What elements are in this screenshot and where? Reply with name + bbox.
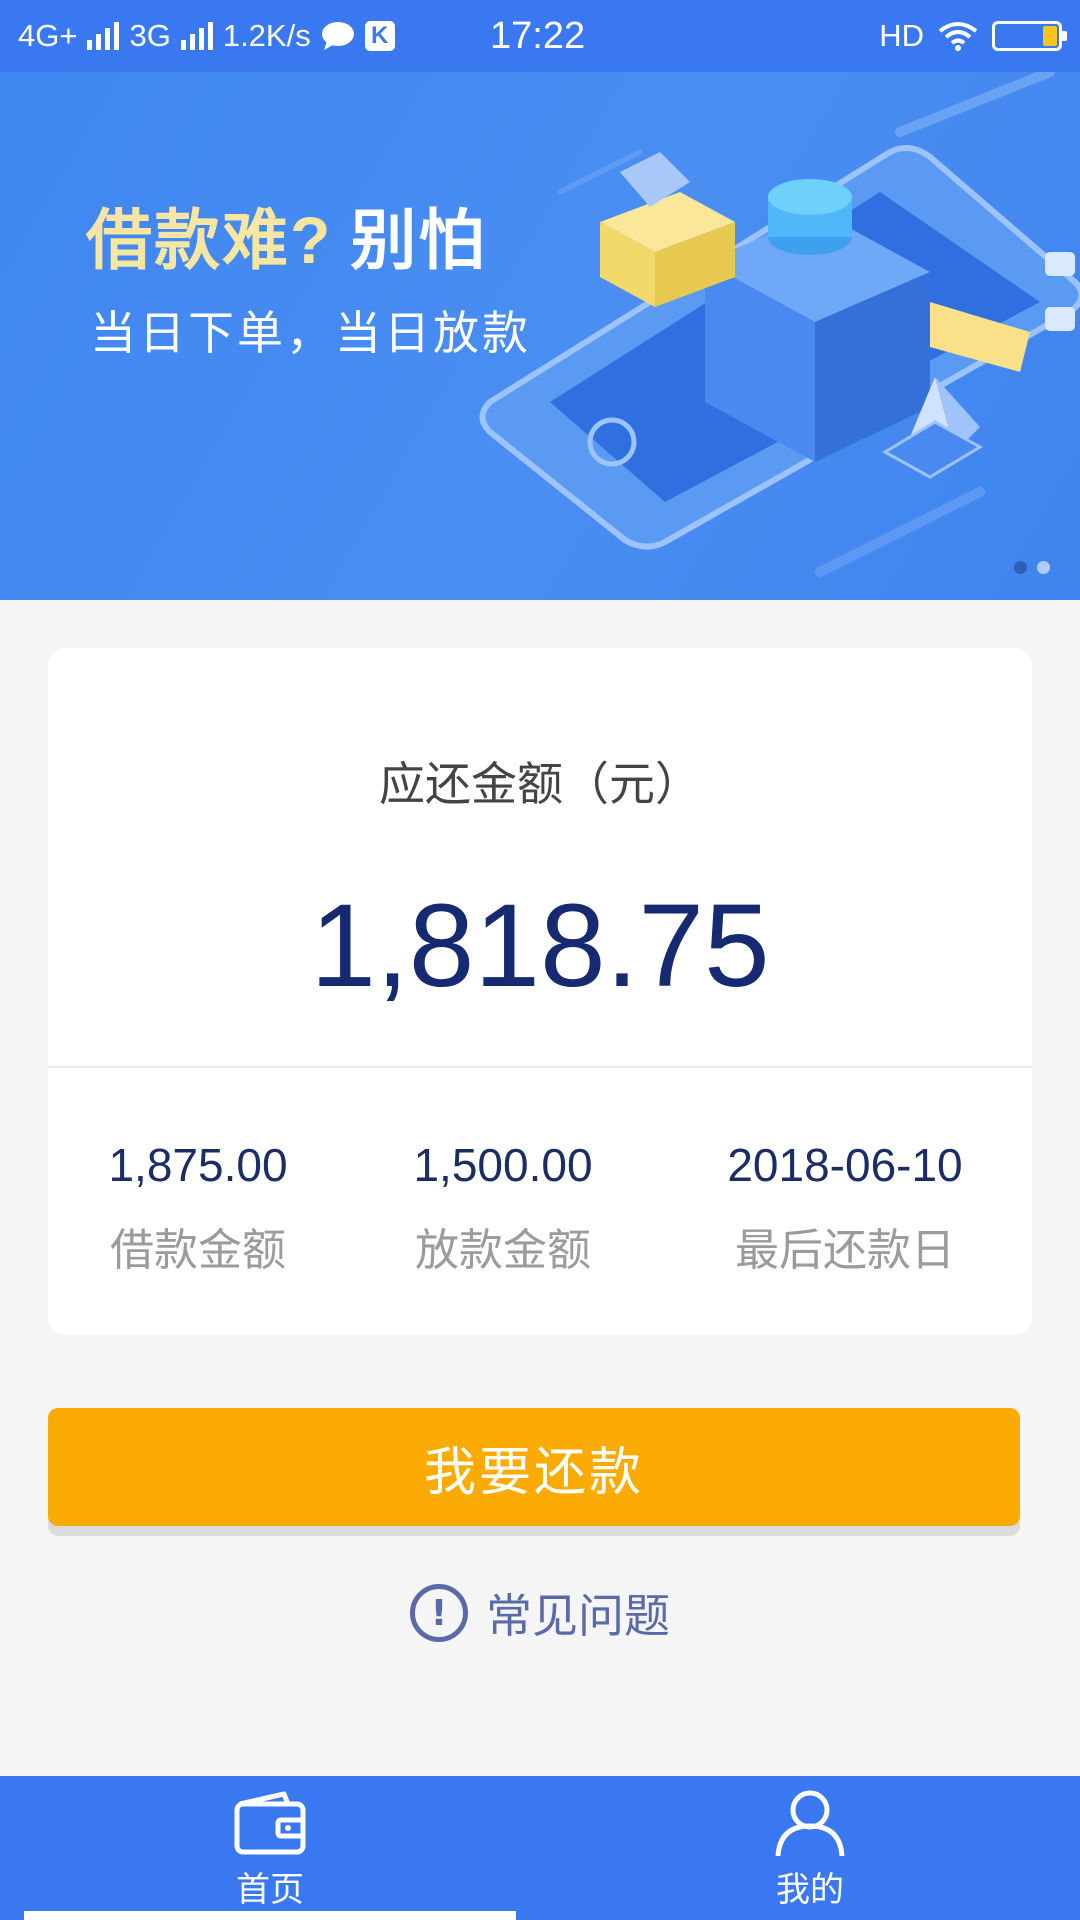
signal-icon — [87, 22, 120, 50]
status-left: 4G+ 3G 1.2K/s K — [18, 18, 395, 54]
banner-subtitle: 当日下单，当日放款 — [90, 306, 531, 360]
repay-button[interactable]: 我要还款 — [48, 1408, 1020, 1526]
bottom-nav: 首页 我的 — [0, 1776, 1080, 1920]
amount-due-label: 应还金额（元） — [379, 757, 701, 811]
banner-title-highlight: 借款难? — [86, 203, 333, 277]
amount-due-value: 1,818.75 — [310, 880, 770, 1012]
hd-indicator: HD — [879, 18, 924, 53]
carousel-indicator[interactable] — [1014, 561, 1050, 574]
stat-label: 放款金额 — [415, 1225, 591, 1276]
banner-title: 借款难? 别怕 — [86, 187, 486, 283]
network-type-primary: 4G+ — [18, 18, 78, 53]
signal-icon-secondary — [180, 22, 213, 50]
nav-item-mine[interactable]: 我的 — [540, 1776, 1080, 1920]
wallet-icon — [234, 1791, 306, 1855]
carousel-dot-1[interactable] — [1014, 561, 1027, 574]
nav-item-home[interactable]: 首页 — [0, 1776, 540, 1920]
status-right: HD — [879, 18, 1067, 54]
banner-title-rest: 别怕 — [350, 203, 487, 277]
stat-value: 2018-06-10 — [727, 1139, 963, 1191]
chat-bubble-icon — [321, 22, 354, 50]
active-tab-indicator — [24, 1911, 516, 1920]
user-icon — [775, 1790, 845, 1856]
promo-banner[interactable]: 借款难? 别怕 当日下单，当日放款 — [0, 72, 1080, 600]
stat-disbursed-amount: 1,500.00 放款金额 — [348, 1138, 658, 1278]
nav-label-home: 首页 — [236, 1870, 304, 1910]
faq-link[interactable]: ! 常见问题 — [0, 1580, 1080, 1646]
loan-stats: 1,875.00 借款金额 1,500.00 放款金额 2018-06-10 最… — [48, 1138, 1032, 1278]
stat-value: 1,500.00 — [413, 1139, 593, 1191]
exclamation-circle-icon: ! — [410, 1584, 468, 1642]
carousel-dot-2[interactable] — [1037, 561, 1050, 574]
wifi-icon — [938, 22, 978, 51]
stat-value: 1,875.00 — [108, 1139, 288, 1191]
k-app-icon: K — [364, 21, 395, 51]
faq-label: 常见问题 — [486, 1589, 670, 1643]
network-speed: 1.2K/s — [222, 18, 311, 53]
clock: 17:22 — [490, 14, 586, 57]
repayment-summary-card: 应还金额（元） 1,818.75 1,875.00 借款金额 1,500.00 … — [48, 648, 1032, 1335]
divider — [48, 1066, 1032, 1068]
network-type-secondary: 3G — [129, 18, 171, 53]
nav-label-mine: 我的 — [776, 1870, 844, 1910]
stat-label: 最后还款日 — [735, 1225, 955, 1276]
battery-icon — [992, 21, 1067, 51]
stat-due-date: 2018-06-10 最后还款日 — [658, 1138, 1032, 1278]
status-bar: 4G+ 3G 1.2K/s K 17:22 HD — [0, 0, 1080, 72]
stat-loan-amount: 1,875.00 借款金额 — [48, 1138, 348, 1278]
stat-label: 借款金额 — [110, 1225, 286, 1276]
